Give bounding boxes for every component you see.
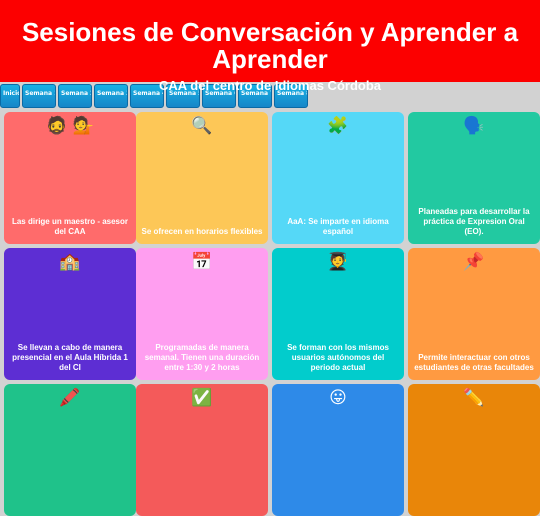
info-card-text: Programadas de manera semanal. Tienen un… [144, 343, 260, 372]
magnifier-icon: 🔍 [191, 116, 213, 136]
info-card-text: Planeadas para desarrollar la práctica d… [418, 207, 530, 236]
puzzle-icon: 🧩 [327, 116, 349, 136]
info-card: 📌 Permite interactuar con otros estudiant… [408, 248, 540, 380]
student-icon: 🧑‍🎓 [327, 252, 349, 272]
crayon-icon: 🖍️ [59, 388, 81, 408]
info-card: ✏️ [408, 384, 540, 516]
school-icon: 🏫 [59, 252, 81, 272]
check-icon: ✅ [191, 388, 213, 408]
face-icon: 😛 [329, 388, 347, 408]
info-card: 🧔 💁 Las dirige un maestro - asesor del CA… [4, 112, 136, 244]
page-header: Sesiones de Conversación y Aprender a Ap… [0, 0, 540, 82]
info-card-text: Permite interactuar con otros estudiante… [414, 353, 534, 372]
info-card: 😛 [272, 384, 404, 516]
info-card-text: Las dirige un maestro - asesor del CAA [11, 217, 129, 236]
page-title: Sesiones de Conversación y Aprender a Ap… [0, 0, 540, 73]
info-card: 🗣️ Planeadas para desarrollar la práctica… [408, 112, 540, 244]
info-card: 🏫 Se llevan a cabo de manera presencial e… [4, 248, 136, 380]
page-title-line2: Aprender [212, 44, 328, 74]
page-title-line1: Sesiones de Conversación y Aprender a [21, 17, 519, 47]
calendar-icon: 📅 [191, 252, 213, 272]
info-card-text: Se ofrecen en horarios flexibles [141, 227, 263, 236]
pencil-icon: ✏️ [463, 388, 485, 408]
info-card: 📅 Programadas de manera semanal. Tienen u… [136, 248, 268, 380]
info-card-text: Se llevan a cabo de manera presencial en… [12, 343, 128, 372]
teacher-people-icon: 🧔 💁 [46, 116, 94, 136]
page-subtitle: CAA del centro de Idiomas Córdoba [159, 78, 381, 93]
info-card: 🔍 Se ofrecen en horarios flexibles [136, 112, 268, 244]
info-card: 🖍️ [4, 384, 136, 516]
info-card-text: AaA: Se imparte en idioma español [287, 217, 389, 236]
pushpin-icon: 📌 [463, 252, 485, 272]
info-card: 🧩 AaA: Se imparte en idioma español [272, 112, 404, 244]
speaking-head-icon: 🗣️ [463, 116, 485, 136]
info-card: 🧑‍🎓 Se forman con los mismos usuarios aut… [272, 248, 404, 380]
info-card: ✅ [136, 384, 268, 516]
info-card-text: Se forman con los mismos usuarios autóno… [287, 343, 389, 372]
